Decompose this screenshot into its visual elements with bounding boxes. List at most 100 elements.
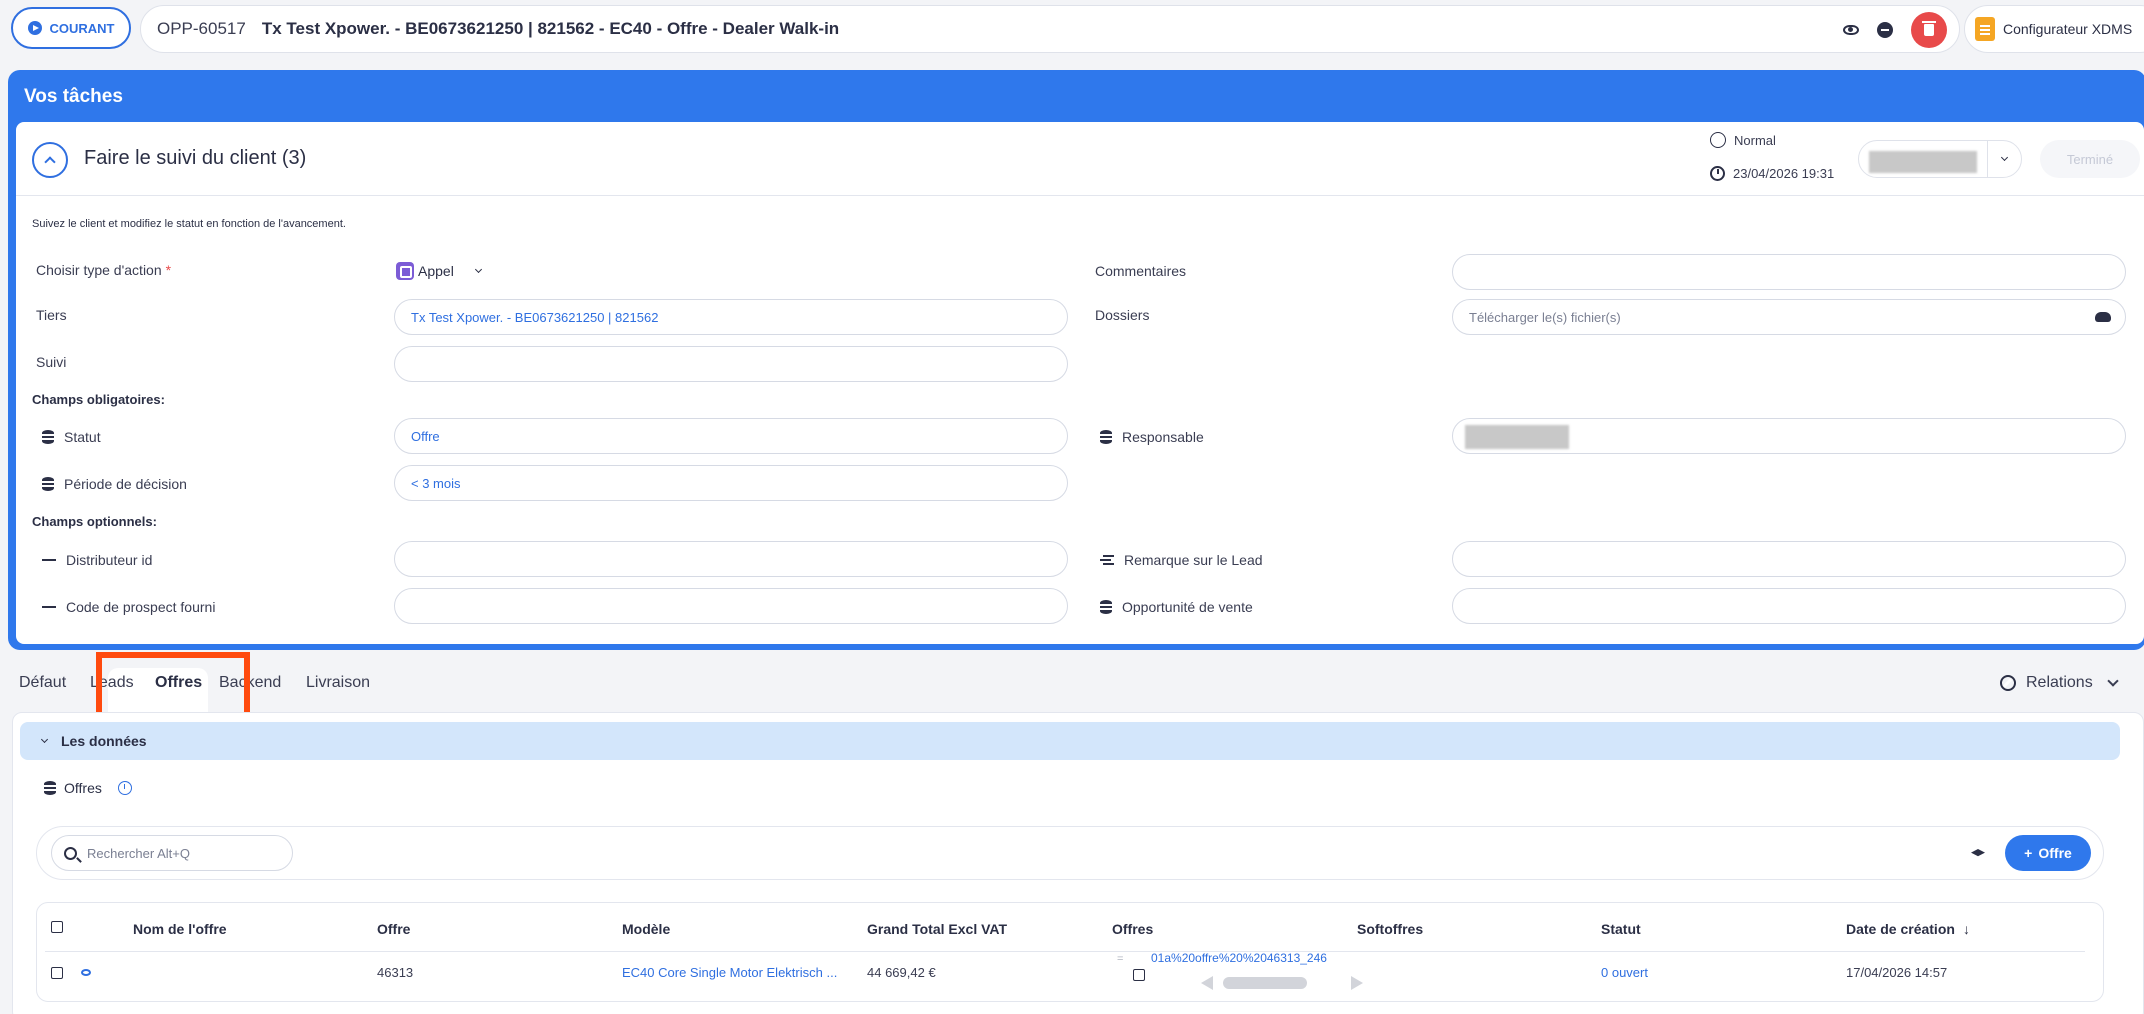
chevron-down-icon — [474, 265, 482, 274]
database-icon — [44, 781, 56, 795]
dossiers-label: Dossiers — [1095, 307, 1150, 323]
priority[interactable]: Normal — [1710, 132, 1776, 148]
relations-menu[interactable]: Relations — [2000, 674, 2119, 692]
col-date-creation[interactable]: Date de création ↓ — [1846, 921, 1970, 937]
done-button[interactable]: Terminé — [2040, 140, 2140, 178]
col-grand-total[interactable]: Grand Total Excl VAT — [867, 921, 1007, 937]
minus-circle-icon[interactable] — [1877, 22, 1893, 38]
action-type-label-text: Choisir type d'action — [36, 262, 162, 278]
chevron-up-icon — [44, 156, 56, 168]
cloud-upload-icon[interactable] — [2095, 312, 2111, 322]
header-divider — [45, 951, 2085, 952]
responsable-field[interactable] — [1452, 418, 2126, 454]
distributeur-label-text: Distributeur id — [66, 552, 153, 568]
layers-icon[interactable] — [1971, 849, 1985, 857]
assignee-select[interactable] — [1858, 140, 2022, 178]
code-prospect-label: Code de prospect fourni — [42, 599, 215, 615]
scroll-thumb[interactable] — [1223, 977, 1307, 989]
configurator-label: Configurateur XDMS — [2003, 21, 2133, 37]
data-section-toggle[interactable]: Les données — [20, 722, 2120, 760]
delete-button[interactable] — [1911, 12, 1947, 48]
status-label: COURANT — [49, 20, 115, 36]
periode-field[interactable]: < 3 mois — [394, 465, 1068, 501]
data-section-label: Les données — [61, 733, 147, 749]
statut-label: Statut — [42, 429, 101, 445]
add-offre-button[interactable]: + Offre — [2005, 835, 2091, 871]
cell-offres-file[interactable]: 01a%20offre%20%2046313_246 — [1151, 951, 1327, 965]
relations-label: Relations — [2026, 674, 2093, 691]
search-input[interactable]: Rechercher Alt+Q — [51, 835, 293, 871]
offres-header: Offres — [44, 780, 132, 796]
dossiers-placeholder: Télécharger le(s) fichier(s) — [1469, 309, 1621, 325]
remarque-label-text: Remarque sur le Lead — [1124, 552, 1263, 568]
task-title: Faire le suivi du client (3) — [84, 147, 307, 169]
file-checkbox[interactable] — [1133, 969, 1145, 981]
cell-statut[interactable]: 0 ouvert — [1601, 965, 1648, 980]
toolbar: Rechercher Alt+Q + Offre — [36, 826, 2104, 880]
distributeur-label: Distributeur id — [42, 552, 152, 568]
eye-icon[interactable] — [81, 969, 91, 976]
commentaires-label: Commentaires — [1095, 263, 1187, 279]
configurator-button[interactable]: Configurateur XDMS — [1964, 5, 2144, 53]
col-offres[interactable]: Offres — [1112, 921, 1153, 937]
cell-total: 44 669,42 € — [867, 965, 936, 980]
statut-field[interactable]: Offre — [394, 418, 1068, 454]
periode-label-text: Période de décision — [64, 476, 187, 492]
scroll-right-icon[interactable] — [1351, 976, 1363, 990]
responsable-label-text: Responsable — [1122, 429, 1204, 445]
drag-handle-icon[interactable]: = — [1117, 953, 1123, 965]
remarque-label: Remarque sur le Lead — [1100, 552, 1263, 568]
chevron-down-icon — [2000, 153, 2009, 162]
collapse-button[interactable] — [32, 142, 68, 178]
offres-title: Offres — [64, 780, 102, 796]
dash-icon — [42, 558, 56, 562]
action-type-label: Choisir type d'action * — [36, 262, 171, 278]
document-icon — [1975, 17, 1995, 41]
responsable-label: Responsable — [1100, 429, 1204, 445]
priority-label: Normal — [1734, 132, 1776, 148]
trash-icon — [1922, 21, 1936, 36]
opportunity-id: OPP-60517 — [157, 19, 246, 38]
suivi-field[interactable] — [394, 346, 1068, 382]
task-date: 23/04/2026 19:31 — [1710, 166, 1834, 181]
select-all-checkbox[interactable] — [51, 921, 63, 933]
opportunite-label: Opportunité de vente — [1100, 599, 1253, 615]
assignee-redacted — [1869, 151, 1977, 173]
col-nom-offre[interactable]: Nom de l'offre — [133, 921, 227, 937]
col-modele[interactable]: Modèle — [622, 921, 670, 937]
opportunity-title-bar: OPP-60517 Tx Test Xpower. - BE0673621250… — [140, 5, 1960, 53]
chevron-down-icon — [2107, 674, 2119, 687]
code-prospect-field[interactable] — [394, 588, 1068, 624]
commentaires-field[interactable] — [1452, 254, 2126, 290]
remarque-field[interactable] — [1452, 541, 2126, 577]
action-type-select[interactable]: Appel — [396, 262, 482, 280]
responsable-redacted — [1465, 425, 1569, 449]
dossiers-upload[interactable]: Télécharger le(s) fichier(s) — [1452, 299, 2126, 335]
assignee-dropdown[interactable] — [1987, 141, 2021, 177]
col-softoffres[interactable]: Softoffres — [1357, 921, 1423, 937]
tab-livraison[interactable]: Livraison — [306, 674, 370, 692]
col-offre[interactable]: Offre — [377, 921, 410, 937]
status-courant-button[interactable]: COURANT — [11, 7, 131, 49]
play-circle-icon — [27, 21, 42, 35]
optional-section: Champs optionnels: — [32, 514, 157, 529]
col-date-creation-text: Date de création — [1846, 921, 1955, 937]
eye-icon[interactable] — [1843, 25, 1859, 35]
file-scrollbar[interactable] — [1201, 975, 1363, 991]
scroll-left-icon[interactable] — [1201, 976, 1213, 990]
database-icon — [42, 430, 54, 444]
distributeur-field[interactable] — [394, 541, 1068, 577]
col-statut[interactable]: Statut — [1601, 921, 1641, 937]
title-actions — [1843, 12, 1947, 48]
tab-defaut[interactable]: Défaut — [19, 674, 66, 692]
phone-icon — [396, 262, 414, 280]
chevron-down-icon — [40, 735, 49, 744]
sort-down-icon[interactable]: ↓ — [1963, 921, 1970, 937]
tiers-field[interactable]: Tx Test Xpower. - BE0673621250 | 821562 — [394, 299, 1068, 335]
cell-modele[interactable]: EC40 Core Single Motor Elektrisch ... — [622, 965, 837, 980]
clock-icon — [1710, 166, 1725, 181]
history-icon[interactable] — [117, 781, 132, 795]
opportunite-field[interactable] — [1452, 588, 2126, 624]
row-checkbox[interactable] — [51, 967, 63, 979]
required-marker: * — [165, 262, 172, 278]
